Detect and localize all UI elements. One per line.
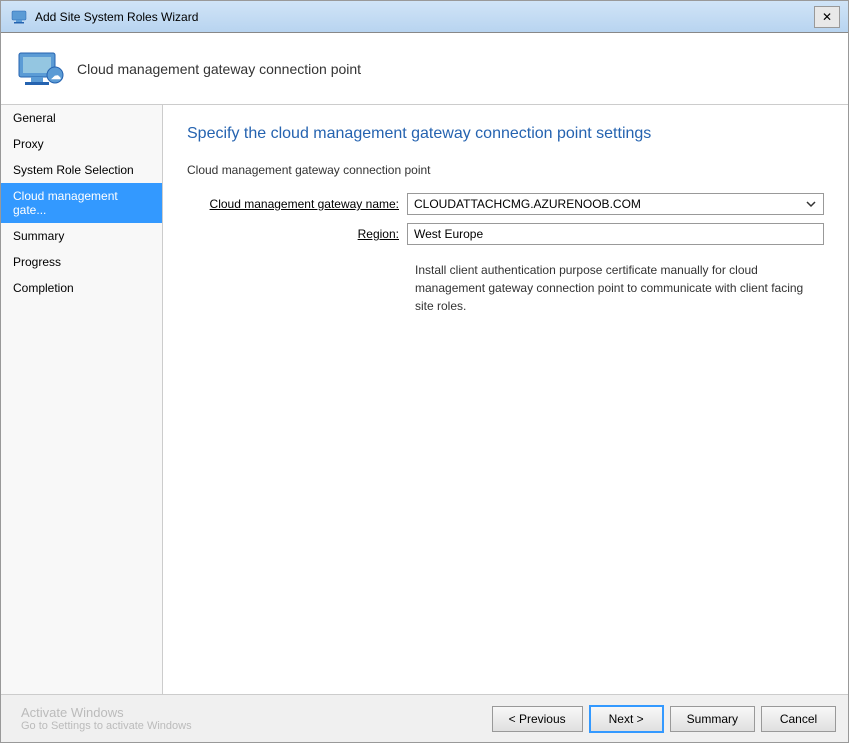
title-bar: Add Site System Roles Wizard ✕ bbox=[1, 1, 848, 33]
wizard-window: Add Site System Roles Wizard ✕ ☁ Cloud m… bbox=[0, 0, 849, 743]
sidebar-item-summary[interactable]: Summary bbox=[1, 223, 162, 249]
sidebar-item-general[interactable]: General bbox=[1, 105, 162, 131]
sidebar: General Proxy System Role Selection Clou… bbox=[1, 105, 163, 694]
sidebar-item-proxy[interactable]: Proxy bbox=[1, 131, 162, 157]
section-label: Cloud management gateway connection poin… bbox=[187, 163, 824, 177]
header-bar: ☁ Cloud management gateway connection po… bbox=[1, 33, 848, 105]
main-content: Specify the cloud management gateway con… bbox=[163, 105, 848, 694]
title-bar-icon bbox=[9, 7, 29, 27]
previous-button[interactable]: < Previous bbox=[492, 706, 583, 732]
gateway-name-container: CLOUDATTACHCMG.AZURENOOB.COM bbox=[407, 193, 824, 215]
region-row: Region: bbox=[187, 223, 824, 245]
close-button[interactable]: ✕ bbox=[814, 6, 840, 28]
sidebar-item-completion[interactable]: Completion bbox=[1, 275, 162, 301]
region-label: Region: bbox=[187, 227, 407, 241]
info-text: Install client authentication purpose ce… bbox=[415, 261, 824, 315]
header-icon: ☁ bbox=[17, 45, 65, 93]
footer: Activate Windows Go to Settings to activ… bbox=[1, 694, 848, 742]
gateway-name-label: Cloud management gateway name: bbox=[187, 197, 407, 211]
main-title: Specify the cloud management gateway con… bbox=[187, 125, 824, 143]
header-title: Cloud management gateway connection poin… bbox=[77, 61, 361, 77]
cancel-button[interactable]: Cancel bbox=[761, 706, 836, 732]
gateway-name-select[interactable]: CLOUDATTACHCMG.AZURENOOB.COM bbox=[407, 193, 824, 215]
svg-text:☁: ☁ bbox=[51, 71, 61, 82]
gateway-name-row: Cloud management gateway name: CLOUDATTA… bbox=[187, 193, 824, 215]
next-button[interactable]: Next > bbox=[589, 705, 664, 733]
region-container bbox=[407, 223, 824, 245]
sidebar-item-cloud-management[interactable]: Cloud management gate... bbox=[1, 183, 162, 223]
content-area: General Proxy System Role Selection Clou… bbox=[1, 105, 848, 694]
activate-watermark: Activate Windows Go to Settings to activ… bbox=[13, 705, 486, 732]
sidebar-item-system-role-selection[interactable]: System Role Selection bbox=[1, 157, 162, 183]
title-bar-text: Add Site System Roles Wizard bbox=[35, 10, 814, 24]
sidebar-item-progress[interactable]: Progress bbox=[1, 249, 162, 275]
summary-button[interactable]: Summary bbox=[670, 706, 755, 732]
region-input[interactable] bbox=[407, 223, 824, 245]
